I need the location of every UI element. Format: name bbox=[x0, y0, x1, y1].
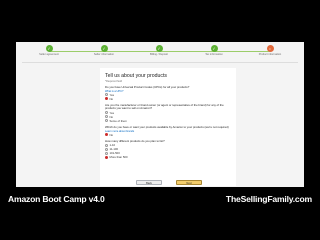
radio-selected-icon bbox=[105, 97, 108, 101]
radio-option-registry-no[interactable]: No bbox=[105, 133, 231, 137]
step-seller-information[interactable]: ✓ Seller information bbox=[77, 45, 131, 56]
option-label: Some of them bbox=[109, 118, 127, 123]
progress-stepper: ✓ Seller agreement ✓ Seller information … bbox=[16, 42, 304, 62]
step-label: Seller information bbox=[93, 53, 115, 56]
option-label: No bbox=[109, 96, 114, 101]
step-label: Seller agreement bbox=[39, 53, 59, 56]
radio-option-count-500-plus[interactable]: More than 500 bbox=[105, 155, 231, 159]
radio-selected-icon bbox=[105, 133, 108, 137]
back-button[interactable]: Back bbox=[136, 180, 162, 185]
option-label: No bbox=[109, 132, 114, 137]
check-icon: ✓ bbox=[210, 45, 218, 52]
step-seller-agreement[interactable]: ✓ Seller agreement bbox=[22, 45, 76, 56]
radio-icon bbox=[105, 147, 108, 151]
step-label: Tax information bbox=[205, 53, 223, 56]
course-caption: Amazon Boot Camp v4.0 bbox=[8, 194, 105, 204]
check-icon: ✓ bbox=[155, 45, 163, 52]
question-brand-registry: Which do you have or want your products … bbox=[105, 124, 229, 129]
step-label: Product information bbox=[258, 53, 282, 56]
radio-icon bbox=[105, 143, 108, 147]
step-product-information[interactable]: • Product information bbox=[243, 45, 297, 56]
form-title: Tell us about your products bbox=[105, 73, 167, 79]
website-caption: TheSellingFamily.com bbox=[225, 194, 312, 204]
next-button[interactable]: Next bbox=[176, 180, 202, 185]
option-label: More than 500 bbox=[109, 155, 128, 160]
question-upc: Do you have Universal Product Codes (UPC… bbox=[105, 85, 190, 89]
header-divider bbox=[22, 62, 298, 63]
question-brand-owner: Are you the manufacturer or brand owner … bbox=[105, 102, 224, 111]
dot-icon: • bbox=[266, 45, 274, 52]
radio-option-upc-no[interactable]: No bbox=[105, 97, 231, 101]
check-icon: ✓ bbox=[100, 45, 108, 52]
browser-screen: ✓ Seller agreement ✓ Seller information … bbox=[16, 42, 304, 187]
radio-icon bbox=[105, 151, 108, 155]
step-label: Billing / Deposit bbox=[150, 53, 168, 56]
radio-option-brand-some[interactable]: Some of them bbox=[105, 119, 231, 123]
product-form-card: Tell us about your products *Required fi… bbox=[100, 68, 236, 186]
required-note: *Required field bbox=[105, 80, 123, 83]
radio-selected-icon bbox=[105, 155, 108, 159]
radio-icon bbox=[105, 119, 108, 123]
check-icon: ✓ bbox=[45, 45, 53, 52]
step-billing-deposit[interactable]: ✓ Billing / Deposit bbox=[132, 45, 186, 56]
step-tax-information[interactable]: ✓ Tax information bbox=[187, 45, 241, 56]
form-actions: Back Next bbox=[100, 180, 236, 186]
